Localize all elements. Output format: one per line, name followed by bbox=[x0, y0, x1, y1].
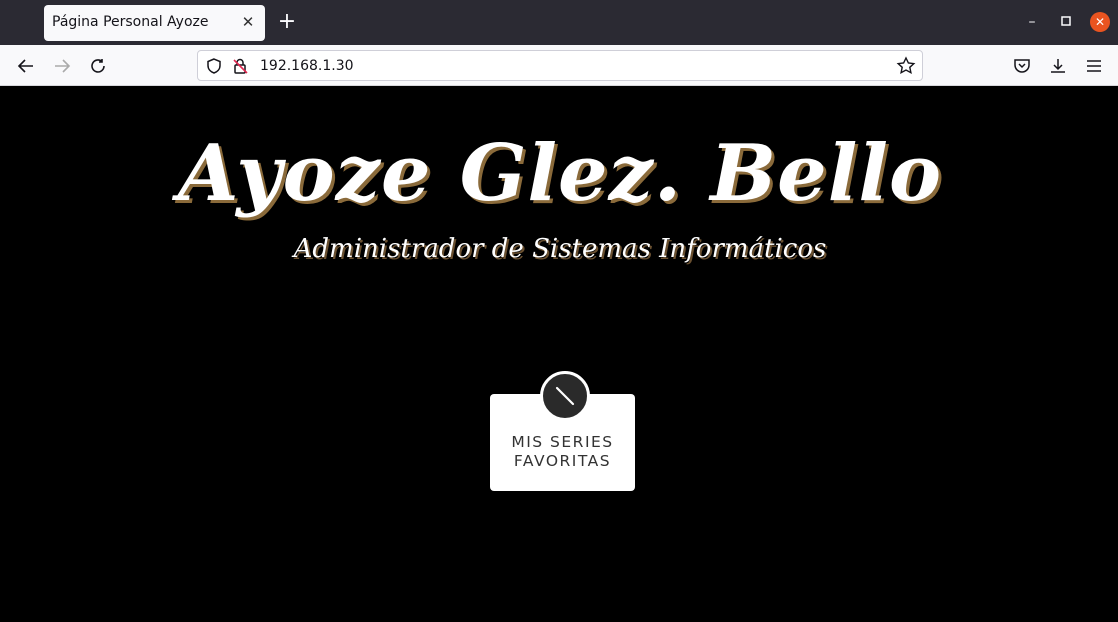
navigation-toolbar: 192.168.1.30 bbox=[0, 45, 1118, 86]
card-label: MIS SERIES FAVORITAS bbox=[490, 433, 635, 471]
slash-circle-icon[interactable] bbox=[540, 371, 590, 421]
pocket-icon[interactable] bbox=[1011, 55, 1033, 77]
plus-icon[interactable]: + bbox=[276, 10, 298, 34]
hamburger-menu-icon[interactable] bbox=[1083, 55, 1105, 77]
url-text[interactable]: 192.168.1.30 bbox=[260, 58, 354, 74]
back-arrow-icon[interactable] bbox=[14, 54, 38, 78]
maximize-icon[interactable] bbox=[1057, 13, 1075, 31]
page-subtitle: Administrador de Sistemas Informáticos bbox=[293, 234, 827, 264]
page-content: Ayoze Glez. Bello Administrador de Siste… bbox=[2, 86, 1118, 622]
tab-strip: Página Personal Ayoze ✕ + – ✕ bbox=[0, 0, 1118, 45]
download-icon[interactable] bbox=[1047, 55, 1069, 77]
minimize-icon[interactable]: – bbox=[1023, 13, 1041, 31]
insecure-lock-icon[interactable] bbox=[231, 57, 249, 75]
star-icon[interactable] bbox=[896, 56, 916, 76]
shield-icon[interactable] bbox=[205, 57, 223, 75]
url-bar[interactable]: 192.168.1.30 bbox=[197, 50, 923, 81]
page-title: Ayoze Glez. Bello bbox=[177, 128, 943, 219]
card-label-line1: MIS SERIES bbox=[511, 433, 614, 451]
window-close-icon[interactable]: ✕ bbox=[1090, 12, 1110, 32]
close-icon[interactable]: ✕ bbox=[239, 13, 257, 31]
card-label-line2: FAVORITAS bbox=[513, 452, 612, 470]
tab-title: Página Personal Ayoze bbox=[52, 14, 209, 30]
browser-tab[interactable]: Página Personal Ayoze ✕ bbox=[44, 5, 265, 41]
forward-arrow-icon[interactable] bbox=[50, 54, 74, 78]
reload-icon[interactable] bbox=[86, 54, 110, 78]
